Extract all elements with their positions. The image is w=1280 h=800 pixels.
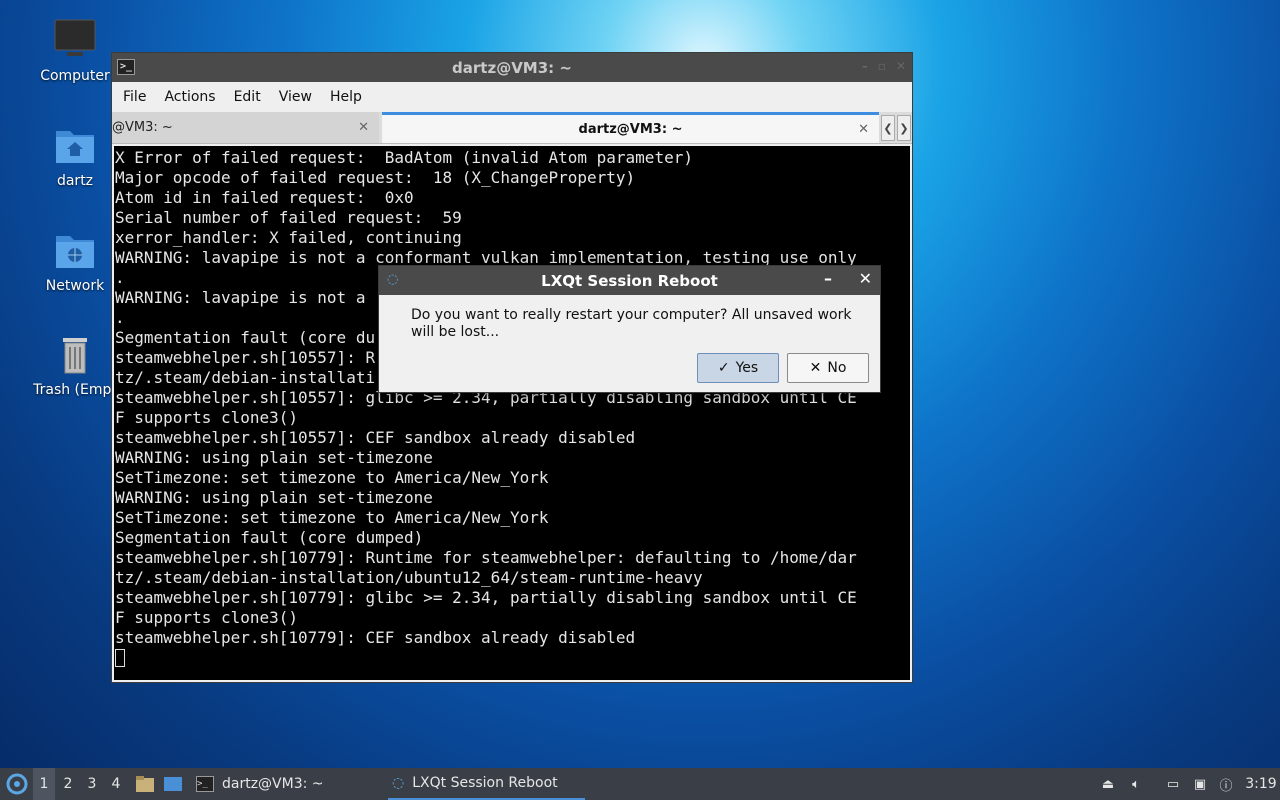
file-manager-launcher[interactable] [134, 768, 156, 800]
desktop-icon [164, 777, 182, 791]
dialog-titlebar[interactable]: ◌ LXQt Session Reboot – ✕ [379, 266, 880, 295]
tab-close-icon[interactable]: ✕ [358, 120, 369, 135]
menu-actions[interactable]: Actions [155, 89, 224, 105]
terminal-cursor [115, 649, 125, 667]
minimize-icon[interactable]: – [824, 269, 832, 288]
terminal-titlebar[interactable]: >_ dartz@VM3: ~ – ▫ ✕ [112, 53, 912, 82]
tab-scroll-right-icon[interactable]: ❯ [897, 115, 911, 141]
taskbar-task-terminal[interactable]: >_ dartz@VM3: ~ [192, 768, 382, 800]
terminal-line: WARNING: using plain set-timezone [115, 488, 433, 507]
taskbar: 1 2 3 4 >_ dartz@VM3: ~ ◌ LXQt Session R… [0, 768, 1280, 800]
tab-label: dartz@VM3: ~ [578, 121, 683, 137]
terminal-line: Segmentation fault (core dumped) [115, 528, 424, 547]
network-icon[interactable]: ▣ [1191, 775, 1209, 793]
task-label: dartz@VM3: ~ [222, 776, 324, 792]
terminal-line: F supports clone3() [115, 608, 299, 627]
desktop-icon-network[interactable]: Network [25, 228, 125, 294]
desktop-switch-4[interactable]: 4 [105, 768, 127, 800]
close-icon[interactable]: ✕ [859, 269, 872, 288]
desktop-icon-trash[interactable]: Trash (Empt [25, 332, 125, 398]
terminal-line: X Error of failed request: BadAtom (inva… [115, 148, 693, 167]
maximize-icon[interactable]: ▫ [878, 59, 886, 73]
lxqt-logo-icon: ◌ [387, 272, 399, 287]
lxqt-logo-icon [6, 773, 28, 795]
desktop-switch-3[interactable]: 3 [81, 768, 103, 800]
desktop-switch-1[interactable]: 1 [33, 768, 55, 800]
terminal-line: F supports clone3() [115, 408, 299, 427]
show-desktop-button[interactable] [162, 768, 184, 800]
terminal-output[interactable]: X Error of failed request: BadAtom (inva… [114, 146, 910, 680]
x-icon: ✕ [809, 360, 822, 376]
tab-label: @VM3: ~ [112, 120, 173, 135]
clock[interactable]: 3:19 [1244, 768, 1278, 800]
menu-bar: File Actions Edit View Help [112, 82, 912, 112]
terminal-line: tz/.steam/debian-installation/ubuntu12_6… [115, 568, 703, 587]
terminal-app-icon: >_ [117, 59, 135, 75]
notification-icon[interactable]: ⓘ [1217, 775, 1235, 794]
desktop-icon-label: Trash (Empt [33, 382, 117, 398]
taskbar-task-reboot[interactable]: ◌ LXQt Session Reboot [388, 768, 585, 800]
terminal-line: steamwebhelper.sh[10779]: CEF sandbox al… [115, 628, 636, 647]
terminal-line: SetTimezone: set timezone to America/New… [115, 508, 549, 527]
task-label: LXQt Session Reboot [412, 775, 558, 791]
yes-button[interactable]: ✓ Yes [697, 353, 779, 383]
no-label: No [827, 360, 847, 376]
terminal-line: steamwebhelper.sh[10779]: glibc >= 2.34,… [115, 588, 857, 607]
trash-icon [63, 338, 87, 374]
clipboard-icon[interactable]: ▭ [1164, 775, 1182, 793]
terminal-line: steamwebhelper.sh[10557]: CEF sandbox al… [115, 428, 636, 447]
menu-help[interactable]: Help [321, 89, 371, 105]
terminal-app-icon: >_ [196, 776, 214, 792]
menu-file[interactable]: File [114, 89, 155, 105]
volume-icon[interactable]: 🔈︎ [1127, 775, 1145, 793]
minimize-icon[interactable]: – [862, 59, 868, 73]
yes-label: Yes [735, 360, 759, 376]
dialog-message: Do you want to really restart your compu… [411, 307, 852, 340]
desktop-icon-computer[interactable]: Computer [25, 18, 125, 84]
network-folder-icon [56, 236, 94, 268]
terminal-line: WARNING: using plain set-timezone [115, 448, 433, 467]
desktop-switch-2[interactable]: 2 [57, 768, 79, 800]
tab-bar: @VM3: ~ ✕ dartz@VM3: ~ ✕ ❮ ❯ [112, 112, 912, 144]
terminal-prompt-line [115, 648, 910, 668]
menu-edit[interactable]: Edit [225, 89, 270, 105]
terminal-line: steamwebhelper.sh[10779]: Runtime for st… [115, 548, 857, 567]
terminal-line: Major opcode of failed request: 18 (X_Ch… [115, 168, 636, 187]
terminal-line: xerror_handler: X failed, continuing [115, 228, 462, 247]
monitor-icon [54, 19, 96, 56]
reboot-dialog[interactable]: ◌ LXQt Session Reboot – ✕ Do you want to… [378, 265, 881, 393]
tray-arrow-icon[interactable]: ⏏ [1099, 775, 1117, 793]
desktop-icon-label: Computer [40, 68, 110, 84]
desktop-icon-label: dartz [56, 173, 94, 189]
tab-2[interactable]: dartz@VM3: ~ ✕ [382, 112, 879, 143]
terminal-line: SetTimezone: set timezone to America/New… [115, 468, 549, 487]
desktop-icon-home[interactable]: dartz [25, 123, 125, 189]
terminal-line: Serial number of failed request: 59 [115, 208, 462, 227]
lxqt-logo-icon: ◌ [392, 775, 405, 791]
file-manager-icon [136, 776, 154, 792]
no-button[interactable]: ✕ No [787, 353, 869, 383]
tab-close-icon[interactable]: ✕ [858, 122, 869, 137]
window-title: dartz@VM3: ~ [452, 58, 572, 77]
terminal-line: Atom id in failed request: 0x0 [115, 188, 414, 207]
tab-scroll-left-icon[interactable]: ❮ [881, 115, 895, 141]
dialog-title: LXQt Session Reboot [541, 271, 718, 290]
close-icon[interactable]: ✕ [896, 59, 906, 73]
menu-view[interactable]: View [270, 89, 321, 105]
start-menu-button[interactable] [4, 768, 30, 800]
tab-1[interactable]: @VM3: ~ ✕ [112, 112, 379, 143]
check-icon: ✓ [717, 360, 730, 376]
home-folder-icon [56, 131, 94, 163]
desktop-icon-label: Network [45, 278, 105, 294]
